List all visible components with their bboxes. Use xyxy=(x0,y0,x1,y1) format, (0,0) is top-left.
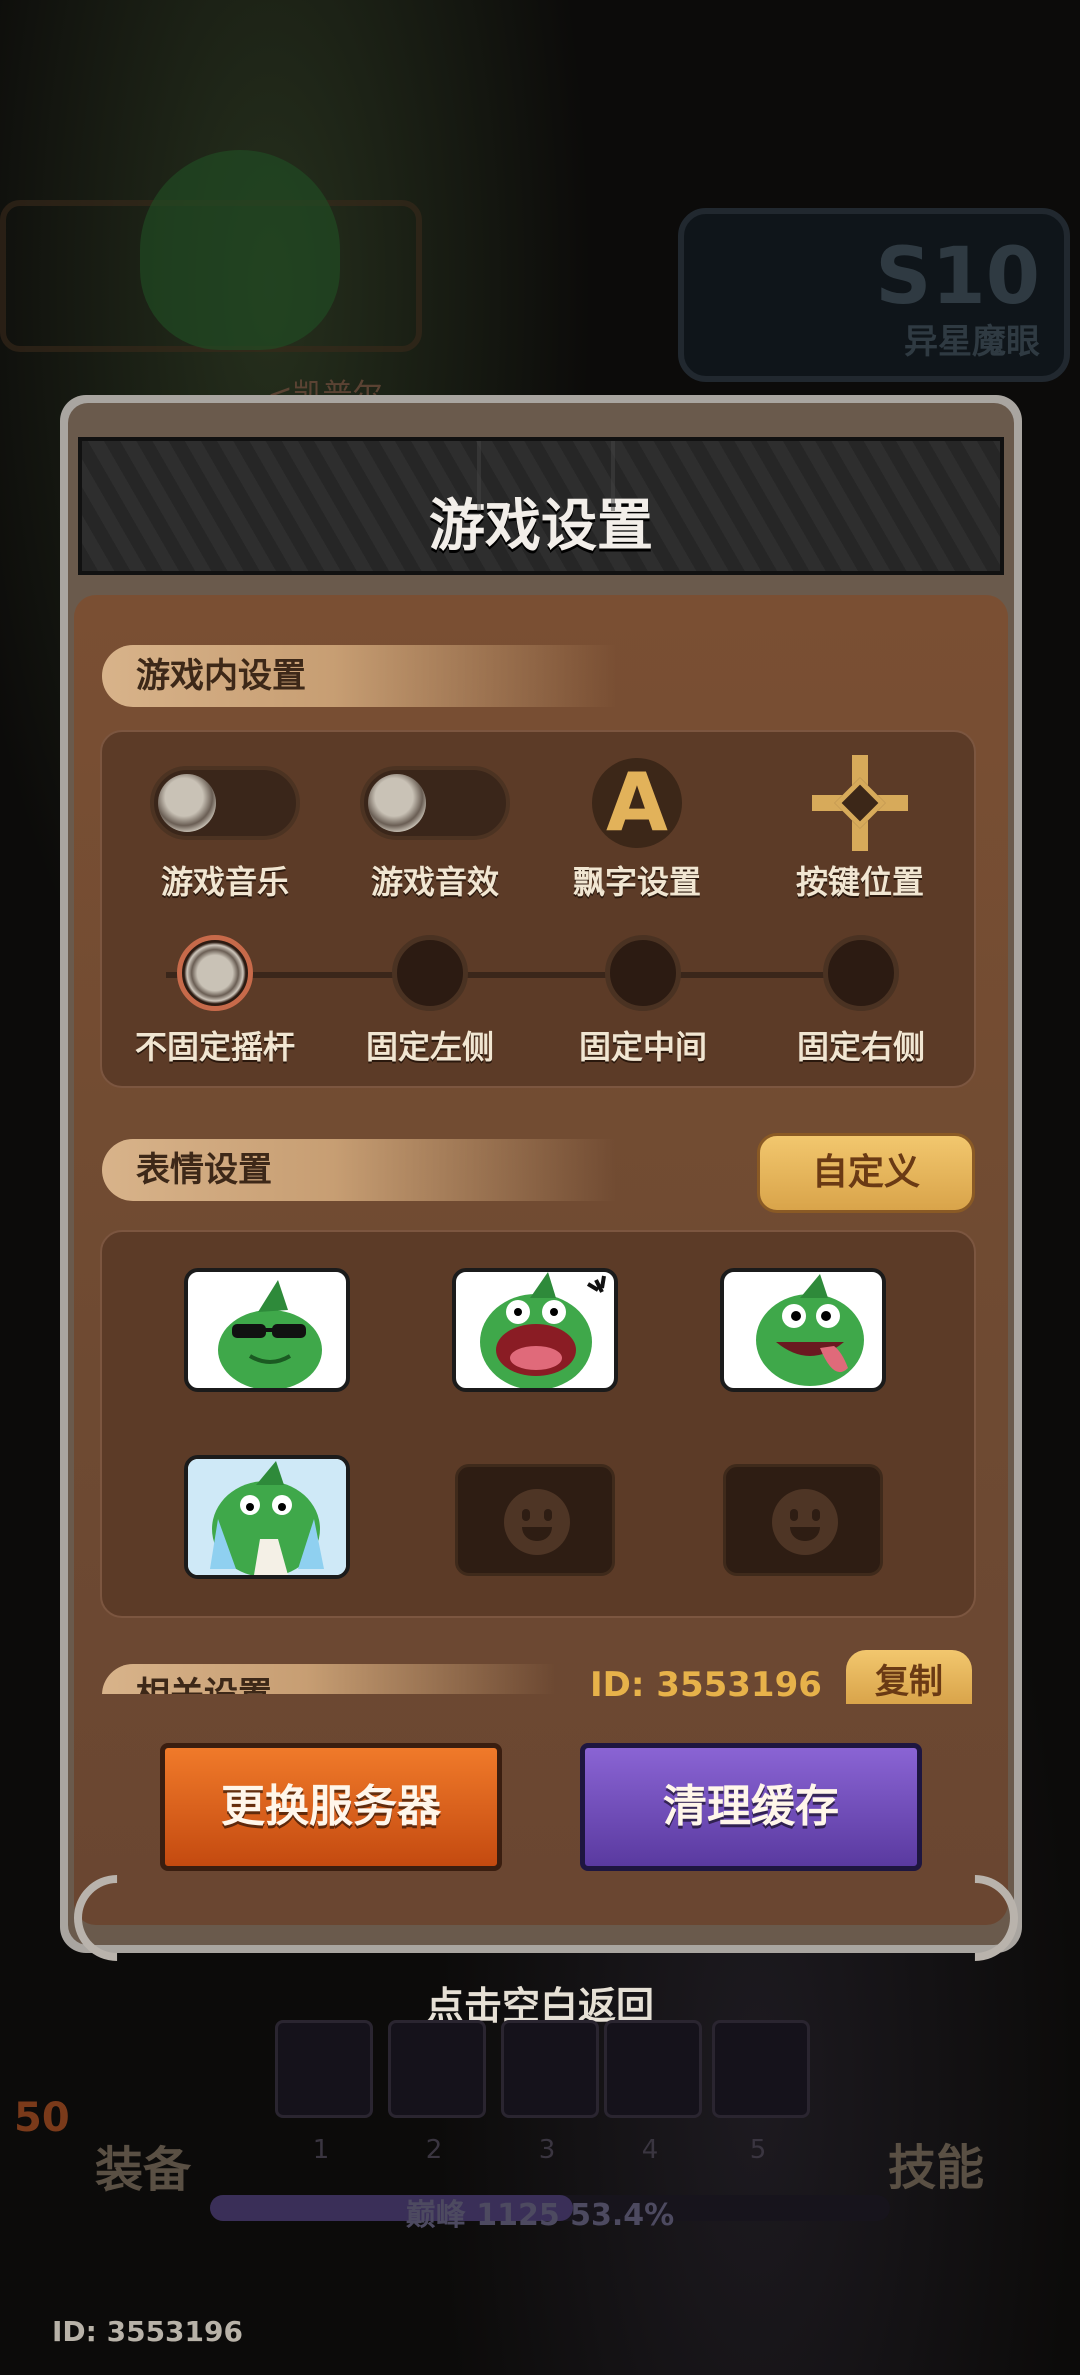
joystick-center-label: 固定中间 xyxy=(578,1028,707,1066)
frog-tongue-out-emote xyxy=(756,1274,864,1386)
player-id-label: ID: 3553196 xyxy=(590,1665,822,1705)
joystick-right-radio[interactable] xyxy=(823,935,899,1011)
slot-number: 2 xyxy=(425,2135,443,2165)
smiley-placeholder-icon xyxy=(772,1489,838,1555)
season-number: S10 xyxy=(875,232,1040,322)
experience-text: 巅峰 1125 53.4% xyxy=(405,2198,675,2233)
joystick-option-track xyxy=(166,972,878,978)
item-slot xyxy=(501,2020,599,2118)
dialog-title: 游戏设置 xyxy=(429,494,653,559)
level-badge: 50 xyxy=(14,2095,70,2141)
joystick-free-radio[interactable] xyxy=(177,935,253,1011)
emote-slot-6-empty[interactable] xyxy=(723,1464,883,1576)
settings-dialog: 游戏设置 游戏内设置 游戏音乐 游戏音效 A 飘字设置 按键位置 不固定摇杆 固… xyxy=(56,395,1036,1979)
slot-number: 3 xyxy=(538,2135,556,2165)
slot-number: 4 xyxy=(641,2135,659,2165)
dialog-header: 游戏设置 xyxy=(78,437,1004,575)
joystick-free-label: 不固定摇杆 xyxy=(134,1028,295,1066)
change-server-button[interactable]: 更换服务器 xyxy=(160,1743,502,1871)
joystick-right-label: 固定右侧 xyxy=(796,1028,925,1066)
player-id-footer: ID: 3553196 xyxy=(52,2315,243,2348)
related-settings-title: 相关设置 xyxy=(102,1664,556,1694)
frog-shouting-emote xyxy=(480,1272,606,1388)
sound-effects-label: 游戏音效 xyxy=(370,863,499,901)
season-name: 异星魔眼 xyxy=(904,322,1040,362)
slot-number: 5 xyxy=(749,2135,767,2165)
emote-slot-2[interactable] xyxy=(452,1268,618,1392)
toggle-knob xyxy=(368,774,426,832)
season-banner: S10 异星魔眼 xyxy=(678,208,1070,382)
ingame-settings-title: 游戏内设置 xyxy=(102,645,616,707)
emote-slot-4[interactable] xyxy=(184,1455,350,1579)
music-toggle[interactable] xyxy=(150,766,300,840)
smiley-placeholder-icon xyxy=(504,1489,570,1555)
item-slot xyxy=(604,2020,702,2118)
frog-sunglasses-emote xyxy=(218,1280,322,1388)
item-slot xyxy=(712,2020,810,2118)
item-slot xyxy=(275,2020,373,2118)
letter-a-icon[interactable]: A xyxy=(592,758,682,848)
sound-effects-toggle[interactable] xyxy=(360,766,510,840)
item-slot xyxy=(388,2020,486,2118)
move-arrows-icon-center xyxy=(834,777,886,829)
button-position-label[interactable]: 按键位置 xyxy=(760,857,960,903)
frog-crying-emote xyxy=(188,1459,346,1575)
emote-slot-5-empty[interactable] xyxy=(455,1464,615,1576)
emote-slot-3[interactable] xyxy=(720,1268,886,1392)
letter-a-glyph: A xyxy=(606,756,668,849)
joystick-left-radio[interactable] xyxy=(392,935,468,1011)
skill-label: 技能 xyxy=(888,2140,985,2196)
music-toggle-label: 游戏音乐 xyxy=(160,863,289,901)
customize-emotes-button[interactable]: 自定义 xyxy=(757,1133,975,1213)
emote-slot-1[interactable] xyxy=(184,1268,350,1392)
copy-id-button[interactable]: 复制 xyxy=(846,1650,972,1704)
joystick-left-label: 固定左侧 xyxy=(365,1028,494,1066)
slot-number: 1 xyxy=(312,2135,330,2165)
floating-text-settings-label[interactable]: 飘字设置 xyxy=(537,857,737,903)
joystick-center-radio[interactable] xyxy=(605,935,681,1011)
emote-settings-title: 表情设置 xyxy=(102,1139,616,1201)
character-portrait xyxy=(140,150,340,350)
clear-cache-button[interactable]: 清理缓存 xyxy=(580,1743,922,1871)
toggle-knob xyxy=(158,774,216,832)
move-arrows-icon[interactable] xyxy=(812,755,908,851)
